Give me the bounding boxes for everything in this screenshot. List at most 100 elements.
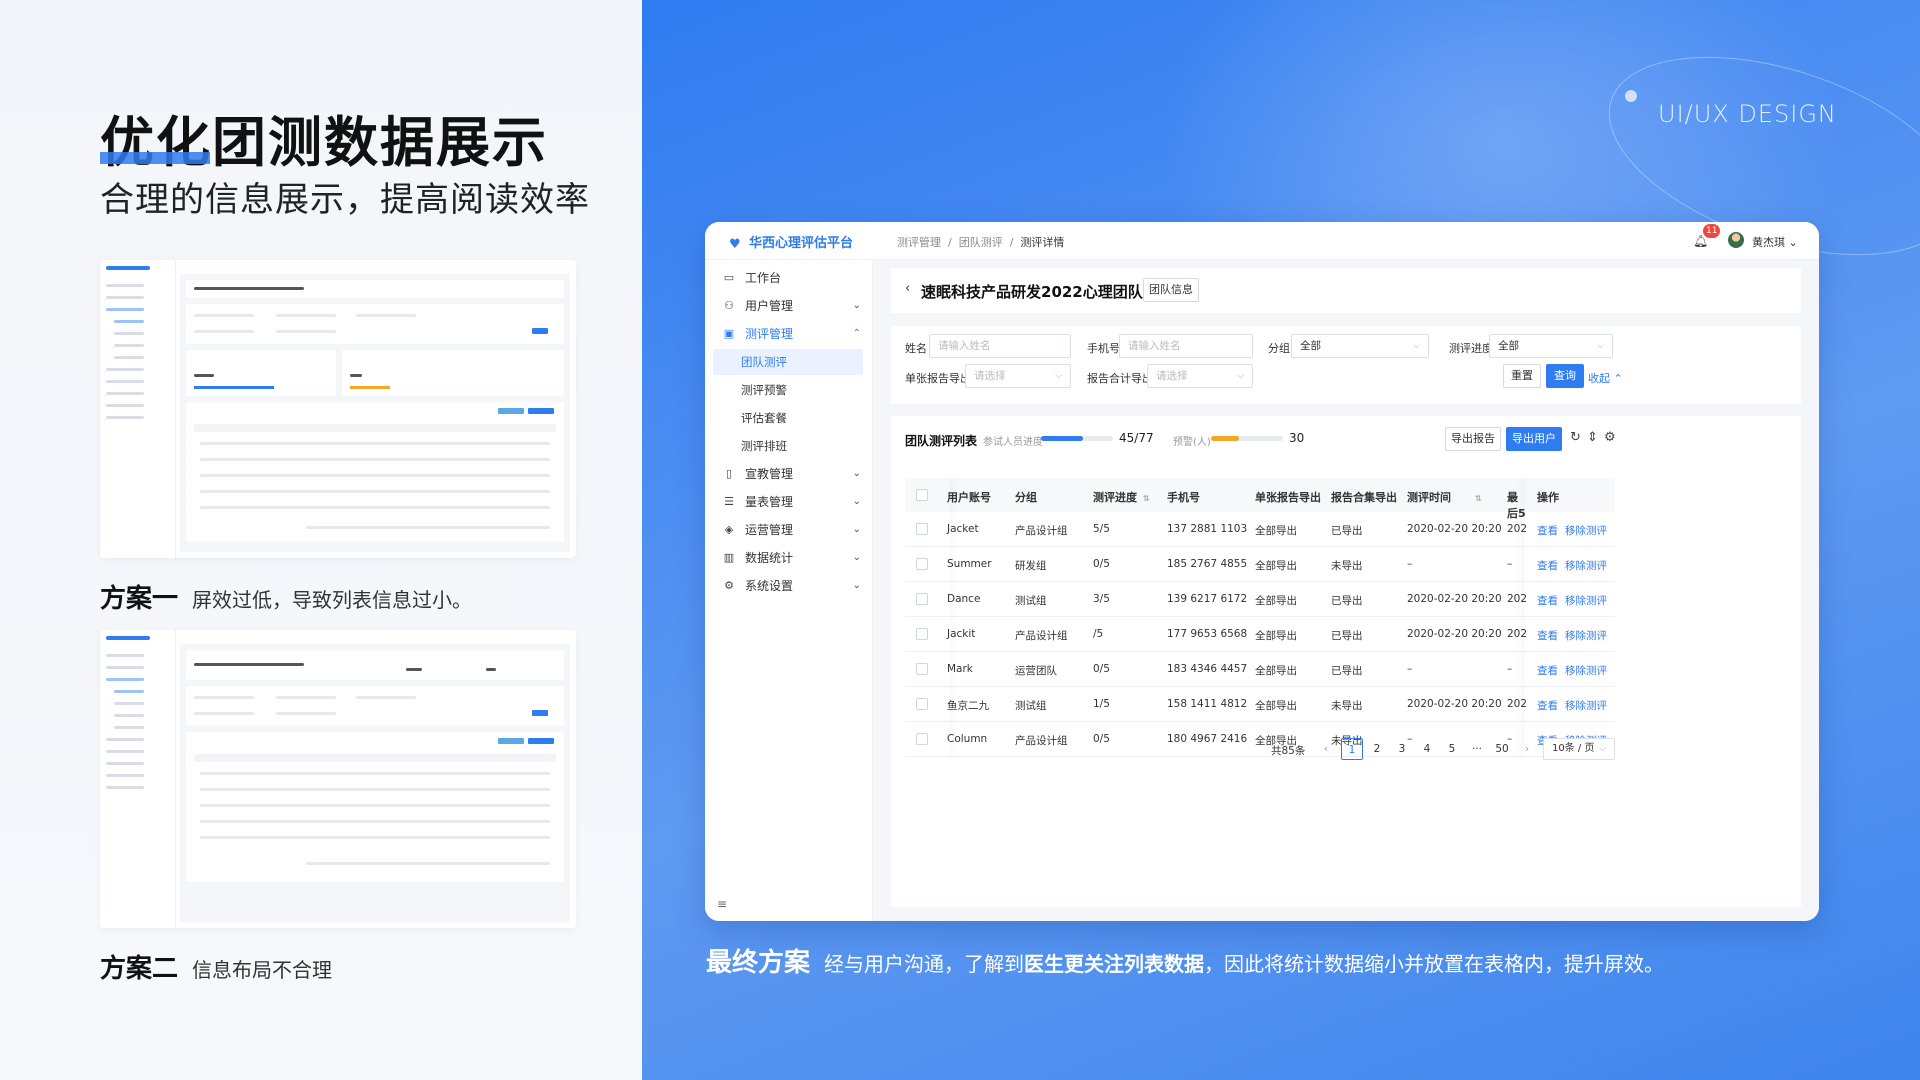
sidebar-item-warning[interactable]: 测评预警 [713, 377, 863, 403]
row-checkbox[interactable] [916, 733, 928, 745]
participants-label: 参试人员进度 [983, 437, 1043, 448]
remove-link[interactable]: 移除测评 [1565, 523, 1607, 538]
table-row: Mark 运营团队 0/5 183 4346 4457 全部导出 已导出 – – 查看 移除测评 [905, 652, 1615, 687]
back-arrow-icon[interactable]: ‹ [905, 281, 910, 296]
chevron-down-icon: ⌄ [852, 552, 861, 563]
export-users-button[interactable]: 导出用户 [1506, 427, 1562, 451]
breadcrumb-current: 测评详情 [1020, 236, 1065, 249]
view-link[interactable]: 查看 [1537, 558, 1558, 573]
row-checkbox[interactable] [916, 628, 928, 640]
sidebar-item-label: 宣教管理 [745, 467, 794, 481]
search-button[interactable]: 查询 [1546, 364, 1584, 388]
row-checkbox[interactable] [916, 523, 928, 535]
view-link[interactable]: 查看 [1537, 593, 1558, 608]
row-checkbox[interactable] [916, 663, 928, 675]
cell-time: – [1407, 663, 1413, 675]
view-link[interactable]: 查看 [1537, 663, 1558, 678]
sidebar-item-assessment[interactable]: ▣ 测评管理 ⌃ [717, 321, 867, 347]
page-2[interactable]: 2 [1366, 738, 1388, 760]
next-page-icon[interactable]: › [1516, 738, 1538, 760]
user-name: 黄杰琪 [1752, 236, 1785, 249]
sidebar-item-users[interactable]: ⚇ 用户管理 ⌄ [717, 293, 867, 319]
row-checkbox[interactable] [916, 593, 928, 605]
page-5[interactable]: 5 [1441, 738, 1463, 760]
user-icon: ⚇ [724, 299, 734, 312]
phone-label: 手机号 [1087, 342, 1120, 355]
single-export-select[interactable]: 请选择 ⌵ [965, 364, 1071, 388]
participants-value: 45/77 [1119, 431, 1154, 445]
merged-export-select[interactable]: 请选择 ⌵ [1147, 364, 1253, 388]
sidebar-item-team-assessment[interactable]: 团队测评 [713, 349, 863, 375]
user-menu[interactable]: 黄杰琪 ⌄ [1752, 234, 1798, 250]
page-3[interactable]: 3 [1391, 738, 1413, 760]
breadcrumb-item[interactable]: 测评管理 [897, 236, 941, 249]
sort-icon: ⇅ [1143, 494, 1150, 503]
row-checkbox[interactable] [916, 698, 928, 710]
cell-account: Column [947, 733, 988, 745]
collapse-filter-link[interactable]: 收起 ⌃ [1588, 370, 1623, 386]
sidebar-item-operations[interactable]: ◈ 运营管理 ⌄ [717, 517, 867, 543]
page-1[interactable]: 1 [1341, 738, 1363, 760]
sidebar-item-education[interactable]: ▯ 宣教管理 ⌄ [717, 461, 867, 487]
table-header: 用户账号 分组 测评进度 ⇅ 手机号 单张报告导出 报告合集导出 测评时间 ⇅ 最后… [905, 478, 1615, 520]
col-progress[interactable]: 测评进度 ⇅ [1093, 489, 1150, 505]
select-all-checkbox[interactable] [916, 489, 928, 501]
chevron-down-icon: ⌄ [852, 300, 861, 311]
cell-progress: 0/5 [1093, 663, 1110, 675]
group-select[interactable]: 全部 ⌵ [1291, 334, 1429, 358]
sidebar-item-schedule[interactable]: 测评排班 [713, 433, 863, 459]
view-link[interactable]: 查看 [1537, 628, 1558, 643]
page-50[interactable]: 50 [1491, 738, 1513, 760]
row-checkbox[interactable] [916, 558, 928, 570]
cell-progress: /5 [1093, 628, 1104, 640]
column-height-icon[interactable]: ⇕ [1587, 430, 1598, 445]
settings-gear-icon[interactable]: ⚙ [1604, 430, 1616, 445]
sidebar-item-label: 团队测评 [741, 355, 787, 369]
export-report-button[interactable]: 导出报告 [1445, 427, 1501, 451]
sidebar-item-scales[interactable]: ☰ 量表管理 ⌄ [717, 489, 867, 515]
collapse-menu-icon[interactable]: ≡ [717, 897, 727, 911]
avatar[interactable] [1728, 232, 1744, 248]
prev-page-icon[interactable]: ‹ [1315, 738, 1337, 760]
total-count: 共85条 [1271, 745, 1306, 757]
col-single-export: 单张报告导出 [1255, 491, 1321, 504]
cell-phone: 183 4346 4457 [1167, 663, 1248, 675]
phone-input[interactable]: 请输入姓名 [1119, 334, 1253, 358]
remove-link[interactable]: 移除测评 [1565, 663, 1607, 678]
view-link[interactable]: 查看 [1537, 523, 1558, 538]
cell-merged-export: 已导出 [1331, 595, 1363, 607]
col-actions: 操作 [1537, 491, 1559, 504]
sidebar-item-statistics[interactable]: ▥ 数据统计 ⌄ [717, 545, 867, 571]
warning-progress [1211, 436, 1283, 441]
sidebar-item-settings[interactable]: ⚙ 系统设置 ⌄ [717, 573, 867, 599]
breadcrumb-item[interactable]: 团队测评 [959, 236, 1003, 249]
remove-link[interactable]: 移除测评 [1565, 698, 1607, 713]
name-label: 姓名 [905, 342, 927, 355]
page-4[interactable]: 4 [1416, 738, 1438, 760]
cell-account: Mark [947, 663, 973, 675]
option1-caption: 方案一 屏效过低，导致列表信息过小。 [100, 584, 473, 614]
progress-select[interactable]: 全部 ⌵ [1489, 334, 1613, 358]
page-size-select[interactable]: 10条 / 页 ⌵ [1543, 738, 1615, 760]
thumb-sidebar [100, 260, 176, 558]
name-input[interactable]: 请输入姓名 [929, 334, 1071, 358]
team-info-button[interactable]: 团队信息 [1143, 278, 1199, 302]
refresh-icon[interactable]: ↻ [1570, 430, 1581, 445]
sidebar-item-workbench[interactable]: ▭ 工作台 [717, 265, 867, 291]
cell-time: 2020-02-20 20:20 [1407, 698, 1502, 710]
sidebar-item-packages[interactable]: 评估套餐 [713, 405, 863, 431]
view-link[interactable]: 查看 [1537, 698, 1558, 713]
cell-account: Jacket [947, 523, 979, 535]
reset-button[interactable]: 重置 [1503, 364, 1541, 388]
remove-link[interactable]: 移除测评 [1565, 593, 1607, 608]
page-ellipsis[interactable]: ··· [1466, 738, 1488, 760]
remove-link[interactable]: 移除测评 [1565, 628, 1607, 643]
brand-name: 华西心理评估平台 [749, 236, 854, 251]
fixed-column-shadow [1525, 478, 1527, 756]
col-time[interactable]: 测评时间 ⇅ [1407, 489, 1482, 505]
brand-logo[interactable]: ♥ 华西心理评估平台 [729, 232, 854, 252]
cell-time: 2020-02-20 20:20 [1407, 628, 1502, 640]
remove-link[interactable]: 移除测评 [1565, 558, 1607, 573]
page-title: 速眠科技产品研发2022心理团队测评 [921, 283, 1173, 301]
monitor-icon: ▭ [723, 271, 735, 284]
